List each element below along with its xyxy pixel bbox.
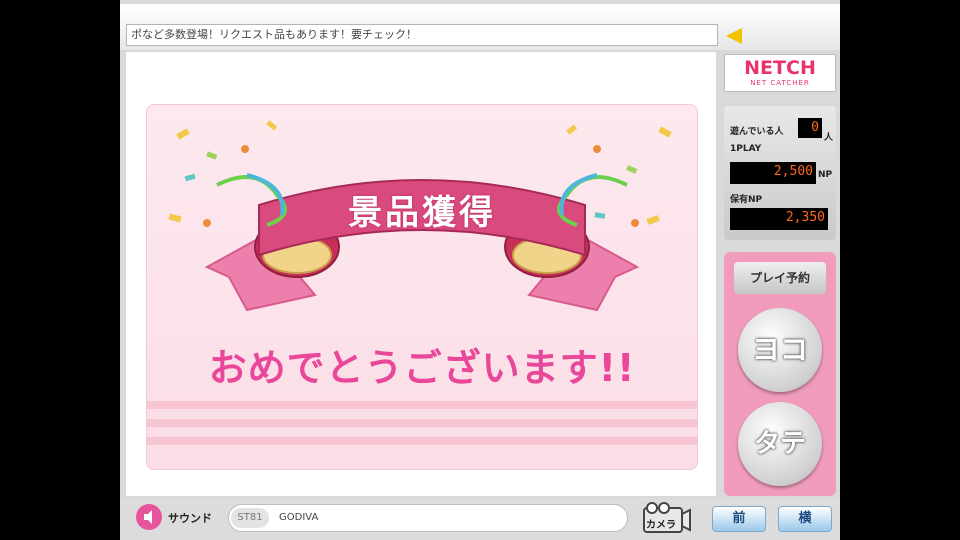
congratulations-message: おめでとうございます!! <box>208 346 636 390</box>
yoko-button[interactable]: ヨコ <box>738 308 822 392</box>
playing-label: 遊んでいる人 <box>730 127 784 137</box>
ticker-bar: ポなど多数登場！リクエスト品もあります！要チェック！ <box>120 4 840 50</box>
speaker-icon[interactable] <box>136 504 162 530</box>
playing-count: 0 <box>798 118 822 138</box>
logo-main-text: NETCH <box>744 57 816 79</box>
status-panel: 遊んでいる人 0 人 1PLAY 2,500 NP 保有NP 2,350 <box>724 106 836 240</box>
bottom-bar: サウンド ST81 GODIVA カメラ 前 横 <box>120 498 840 540</box>
control-panel: プレイ予約 ヨコ タテ <box>724 252 836 496</box>
ticker-arrow-icon[interactable] <box>726 28 742 44</box>
owned-np-label: 保有NP <box>730 195 763 205</box>
logo-sub-text: NET CATCHER <box>750 79 810 87</box>
tate-button[interactable]: タテ <box>738 402 822 486</box>
prize-code: ST81 <box>231 508 269 528</box>
banner-title: 景品獲得 <box>348 193 496 233</box>
sound-label[interactable]: サウンド <box>168 510 212 526</box>
playing-unit: 人 <box>824 133 834 143</box>
front-view-button[interactable]: 前 <box>712 506 766 532</box>
play-cost-unit: NP <box>818 170 833 180</box>
play-cost-label: 1PLAY <box>730 144 762 154</box>
game-stage: 景品獲得 おめでとうございます!! <box>126 52 716 496</box>
camera-button[interactable]: カメラ <box>642 500 692 536</box>
ribbon-banner-graphic <box>147 120 697 445</box>
game-app: ポなど多数登場！リクエスト品もあります！要チェック！ 景品獲得 おめでとうござい… <box>120 0 840 540</box>
owned-np-value: 2,350 <box>730 208 828 230</box>
prize-info-field: ST81 GODIVA <box>228 504 628 532</box>
play-cost-value: 2,500 <box>730 162 816 184</box>
prize-won-panel: 景品獲得 おめでとうございます!! <box>146 104 698 470</box>
play-reserve-button[interactable]: プレイ予約 <box>734 262 826 294</box>
prize-name: GODIVA <box>279 512 319 523</box>
camera-label: カメラ <box>646 520 676 531</box>
ticker-text: ポなど多数登場！リクエスト品もあります！要チェック！ <box>126 24 718 46</box>
netch-logo: NETCH NET CATCHER <box>724 54 836 92</box>
side-view-button[interactable]: 横 <box>778 506 832 532</box>
